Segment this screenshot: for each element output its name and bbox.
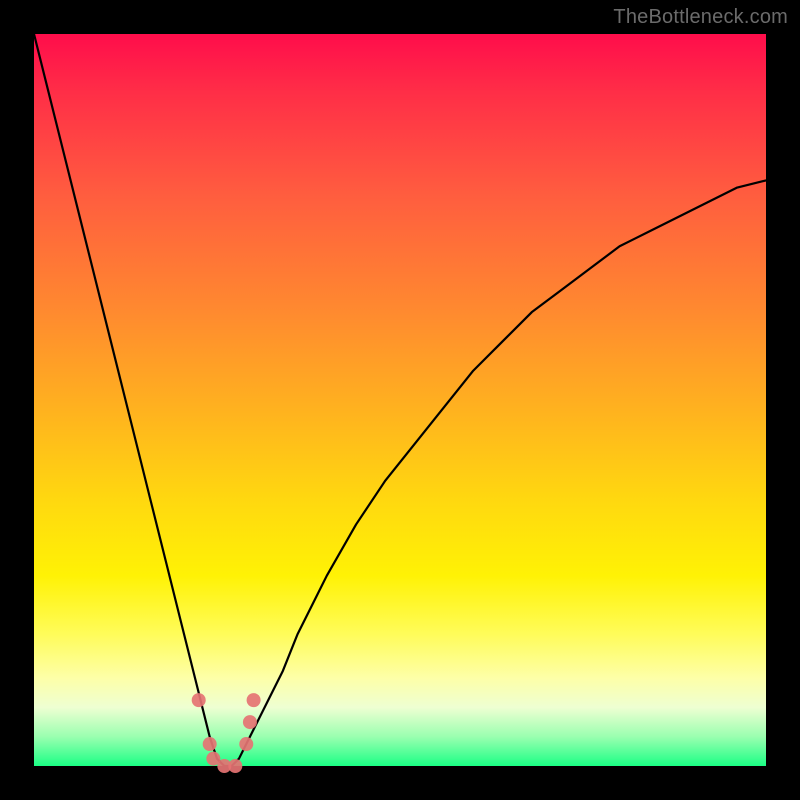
marker-group [192, 693, 261, 773]
bottleneck-curve [34, 34, 766, 766]
chart-frame: TheBottleneck.com [0, 0, 800, 800]
data-marker [243, 715, 257, 729]
data-marker [247, 693, 261, 707]
data-marker [228, 759, 242, 773]
bottleneck-curve-svg [34, 34, 766, 766]
data-marker [192, 693, 206, 707]
data-marker [239, 737, 253, 751]
data-marker [203, 737, 217, 751]
watermark-text: TheBottleneck.com [613, 6, 788, 29]
plot-area [34, 34, 766, 766]
